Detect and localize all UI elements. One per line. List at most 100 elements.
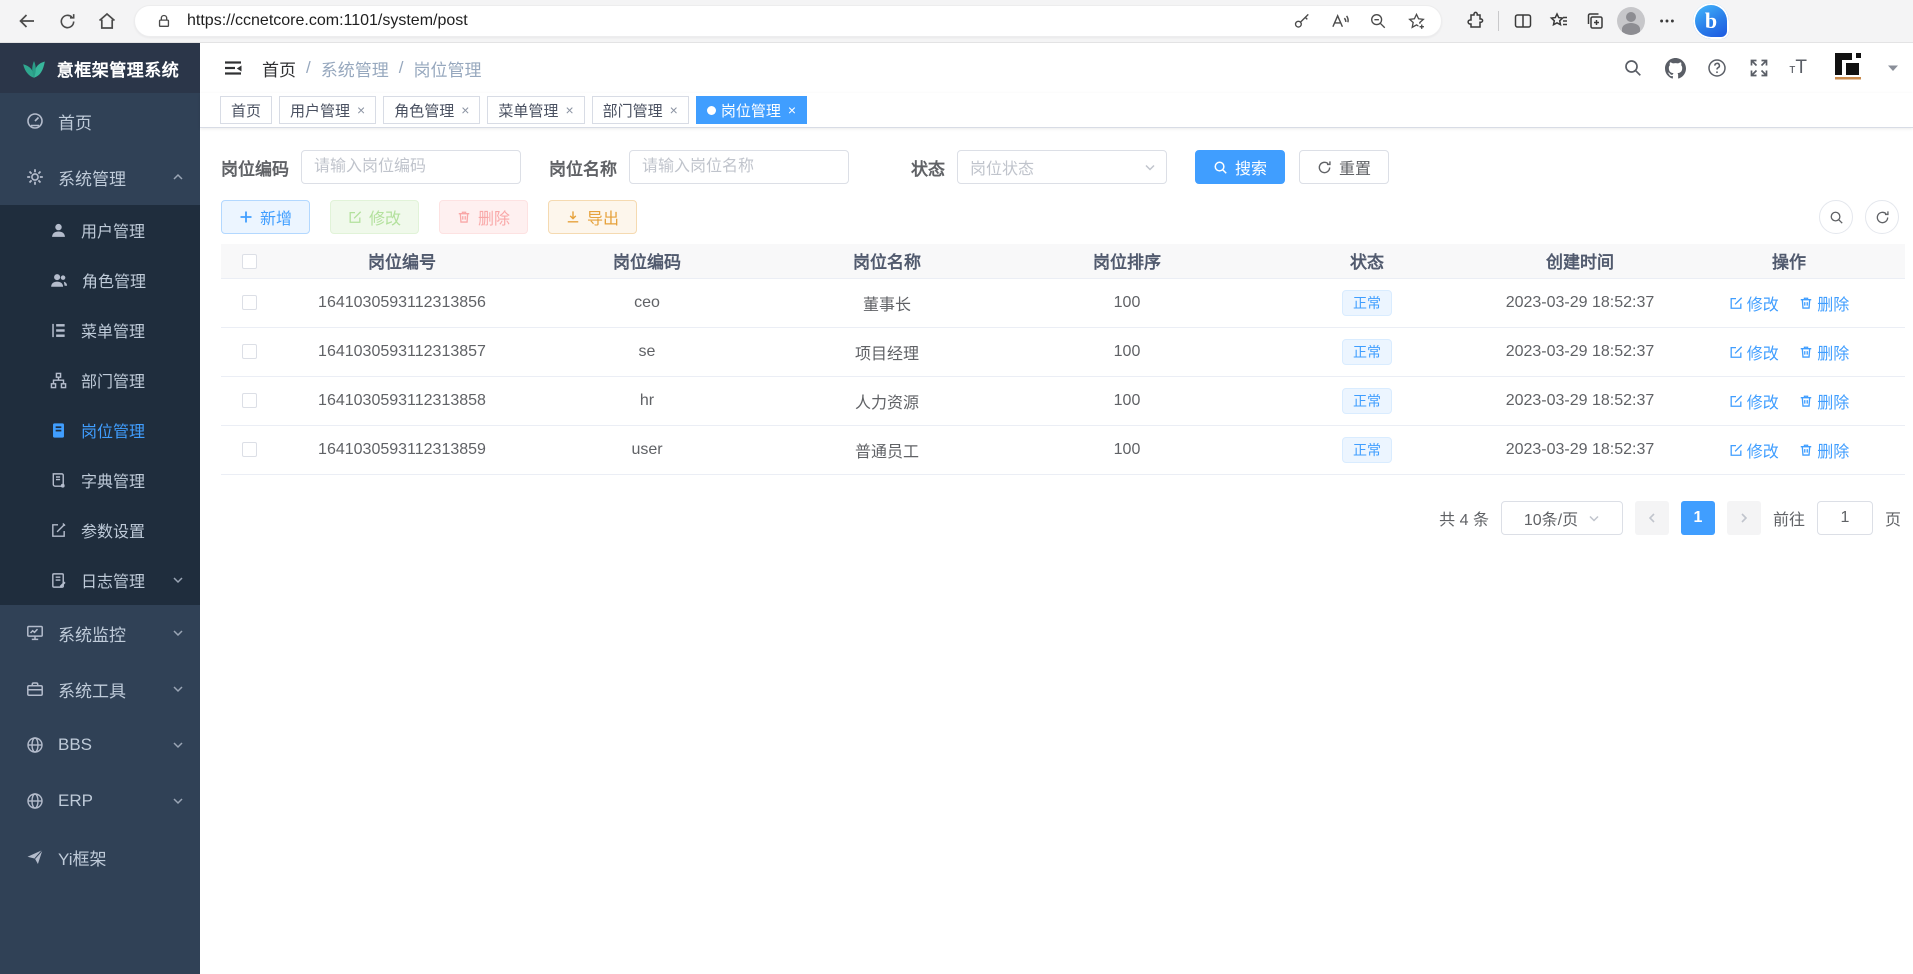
address-bar[interactable]: https://ccnetcore.com:1101/system/post	[134, 5, 1442, 37]
font-size-icon[interactable]: тT	[1789, 57, 1807, 79]
row-checkbox[interactable]	[242, 344, 257, 359]
edit-icon	[348, 210, 362, 224]
add-button[interactable]: 新增	[221, 200, 310, 234]
sidebar-item-erp[interactable]: ERP	[0, 773, 200, 829]
next-page-button[interactable]	[1727, 501, 1761, 535]
password-key-icon[interactable]	[1287, 6, 1317, 36]
post-name-input[interactable]	[629, 150, 849, 184]
tab-dept-mgmt[interactable]: 部门管理×	[592, 96, 689, 124]
filter-form: 岗位编码 岗位名称 状态 岗位状态	[221, 150, 1905, 184]
row-edit-link[interactable]: 修改	[1729, 389, 1779, 413]
sidebar-item-menu-mgmt[interactable]: 菜单管理	[0, 305, 200, 355]
menu-tree-icon	[50, 322, 67, 339]
tab-post-mgmt[interactable]: 岗位管理×	[696, 96, 807, 124]
favorites-icon[interactable]	[1543, 5, 1575, 37]
sidebar-item-dept-mgmt[interactable]: 部门管理	[0, 355, 200, 405]
user-icon	[50, 222, 67, 239]
status-badge: 正常	[1342, 290, 1392, 316]
sidebar-collapse-icon[interactable]	[218, 53, 248, 83]
settings-more-icon[interactable]	[1651, 5, 1683, 37]
row-checkbox[interactable]	[242, 393, 257, 408]
refresh-icon	[1317, 160, 1332, 175]
chevron-down-icon	[1144, 161, 1156, 173]
status-select[interactable]: 岗位状态	[957, 150, 1167, 184]
page-size-select[interactable]: 10条/页	[1501, 501, 1623, 535]
header-search-icon[interactable]	[1621, 56, 1645, 80]
avatar-dropdown-caret[interactable]	[1887, 64, 1899, 72]
breadcrumb-current: 岗位管理	[413, 56, 481, 81]
post-name-label: 岗位名称	[549, 155, 617, 180]
extensions-icon[interactable]	[1458, 5, 1490, 37]
row-delete-link[interactable]: 删除	[1799, 291, 1849, 315]
search-icon	[1829, 210, 1844, 225]
tab-close-icon[interactable]: ×	[788, 103, 796, 117]
chevron-left-icon	[1646, 512, 1658, 524]
edit-button[interactable]: 修改	[330, 200, 419, 234]
export-button[interactable]: 导出	[548, 200, 637, 234]
tab-menu-mgmt[interactable]: 菜单管理×	[487, 96, 584, 124]
trash-icon	[457, 210, 471, 224]
tab-close-icon[interactable]: ×	[461, 103, 469, 117]
github-icon[interactable]	[1663, 56, 1687, 80]
row-checkbox[interactable]	[242, 442, 257, 457]
sidebar-item-log-mgmt[interactable]: 日志管理	[0, 555, 200, 605]
post-code-label: 岗位编码	[221, 155, 289, 180]
row-delete-link[interactable]: 删除	[1799, 389, 1849, 413]
collections-icon[interactable]	[1579, 5, 1611, 37]
table-search-button[interactable]	[1819, 200, 1853, 234]
sidebar-item-role-mgmt[interactable]: 角色管理	[0, 255, 200, 305]
chevron-down-icon	[172, 739, 184, 751]
tab-user-mgmt[interactable]: 用户管理×	[279, 96, 376, 124]
post-code-input[interactable]	[301, 150, 521, 184]
row-edit-link[interactable]: 修改	[1729, 291, 1779, 315]
sidebar-item-bbs[interactable]: BBS	[0, 717, 200, 773]
zoom-out-icon[interactable]	[1363, 6, 1393, 36]
reset-button[interactable]: 重置	[1299, 150, 1389, 184]
yi-logo-icon	[1833, 51, 1865, 81]
delete-button[interactable]: 删除	[439, 200, 528, 234]
app-logo[interactable]: 意框架管理系统	[0, 43, 200, 93]
sidebar-item-dict-mgmt[interactable]: 字典管理	[0, 455, 200, 505]
help-icon[interactable]	[1705, 56, 1729, 80]
url-text[interactable]: https://ccnetcore.com:1101/system/post	[187, 12, 1279, 30]
sidebar-item-yi-framework[interactable]: Yi框架	[0, 829, 200, 885]
bing-chat-icon[interactable]: b	[1693, 3, 1729, 39]
row-delete-link[interactable]: 删除	[1799, 438, 1849, 462]
read-aloud-icon[interactable]	[1325, 6, 1355, 36]
tab-close-icon[interactable]: ×	[357, 103, 365, 117]
table-row: 1641030593112313858 hr 人力资源 100 正常 2023-…	[221, 376, 1905, 425]
page-number-current[interactable]: 1	[1681, 501, 1715, 535]
goto-page-input[interactable]	[1817, 501, 1873, 535]
tabs-bar: 首页 用户管理× 角色管理× 菜单管理× 部门管理× 岗位管理×	[200, 93, 1913, 128]
user-avatar[interactable]	[1831, 51, 1867, 85]
sidebar-item-user-mgmt[interactable]: 用户管理	[0, 205, 200, 255]
row-delete-link[interactable]: 删除	[1799, 340, 1849, 364]
tab-home[interactable]: 首页	[220, 96, 272, 124]
row-edit-link[interactable]: 修改	[1729, 340, 1779, 364]
sidebar-item-system-monitor[interactable]: 系统监控	[0, 605, 200, 661]
trash-icon	[1799, 345, 1813, 359]
sidebar-item-system-tools[interactable]: 系统工具	[0, 661, 200, 717]
add-favorite-icon[interactable]	[1401, 6, 1431, 36]
table-refresh-button[interactable]	[1865, 200, 1899, 234]
browser-back-button[interactable]	[10, 4, 44, 38]
browser-refresh-button[interactable]	[50, 4, 84, 38]
tab-close-icon[interactable]: ×	[670, 103, 678, 117]
sidebar-item-post-mgmt[interactable]: 岗位管理	[0, 405, 200, 455]
content: 岗位编码 岗位名称 状态 岗位状态	[200, 128, 1913, 974]
tab-role-mgmt[interactable]: 角色管理×	[383, 96, 480, 124]
search-button[interactable]: 搜索	[1195, 150, 1285, 184]
row-checkbox[interactable]	[242, 295, 257, 310]
prev-page-button[interactable]	[1635, 501, 1669, 535]
sidebar-item-system-mgmt[interactable]: 系统管理	[0, 149, 200, 205]
sidebar-item-home[interactable]: 首页	[0, 93, 200, 149]
row-edit-link[interactable]: 修改	[1729, 438, 1779, 462]
profile-avatar[interactable]	[1615, 5, 1647, 37]
breadcrumb-home[interactable]: 首页	[262, 56, 296, 81]
select-all-checkbox[interactable]	[242, 254, 257, 269]
browser-home-button[interactable]	[90, 4, 124, 38]
split-screen-icon[interactable]	[1507, 5, 1539, 37]
fullscreen-icon[interactable]	[1747, 56, 1771, 80]
tab-close-icon[interactable]: ×	[565, 103, 573, 117]
sidebar-item-param-settings[interactable]: 参数设置	[0, 505, 200, 555]
